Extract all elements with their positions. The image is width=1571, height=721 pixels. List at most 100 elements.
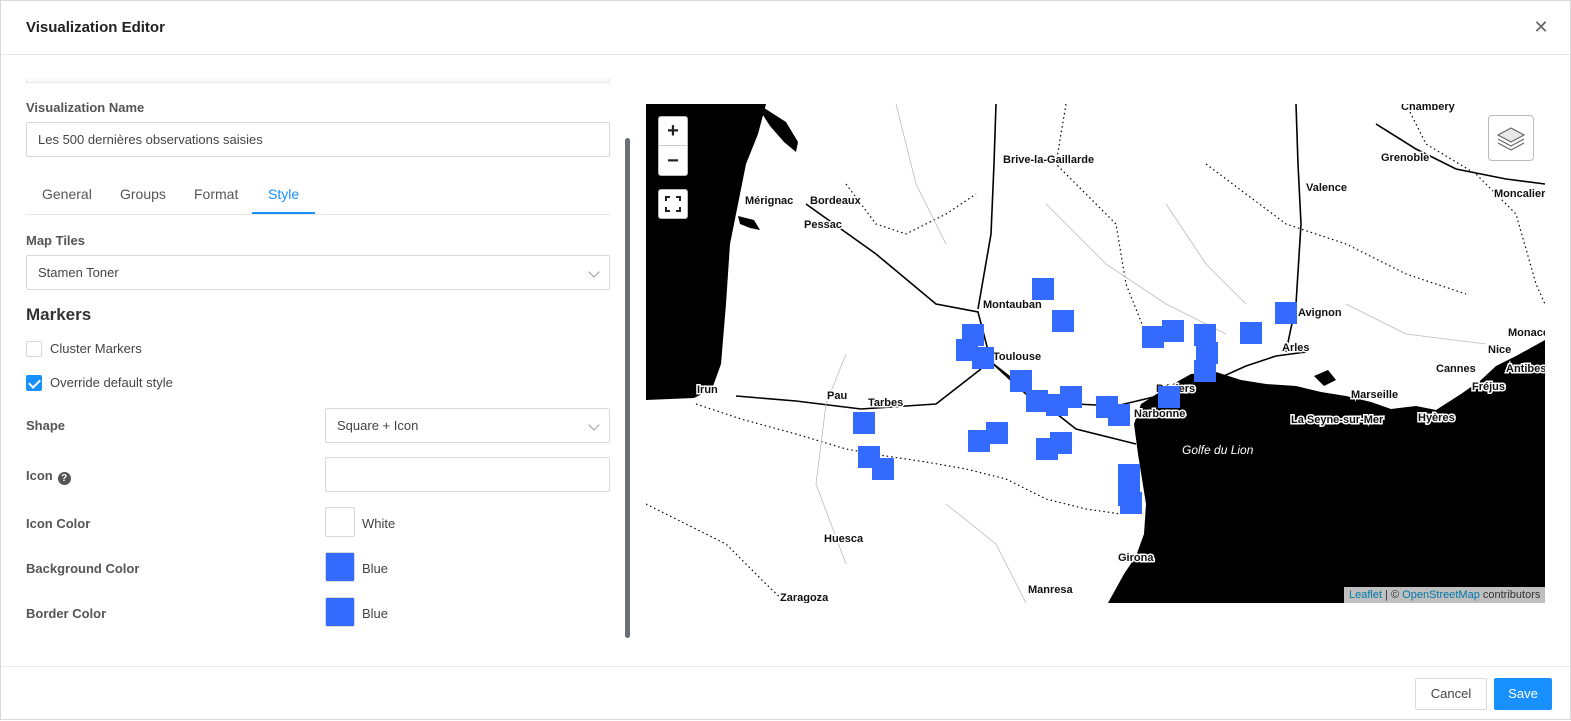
attribution-separator: | © <box>1382 589 1403 601</box>
chevron-down-icon <box>588 266 600 278</box>
tab-general[interactable]: General <box>26 174 108 214</box>
background-color-name: Blue <box>362 561 389 576</box>
svg-text:La Seyne-sur-Mer: La Seyne-sur-Mer <box>1291 414 1384 426</box>
marker <box>1162 320 1184 342</box>
marker <box>853 412 875 434</box>
map-tiles: Chambéry Brive-la-Gaillarde Grenoble Val… <box>646 104 1545 603</box>
chevron-down-icon <box>588 419 600 431</box>
form-scrollbar[interactable] <box>625 138 630 638</box>
modal-title: Visualization Editor <box>26 19 165 36</box>
marker <box>1010 370 1032 392</box>
svg-text:Grenoble: Grenoble <box>1381 152 1429 164</box>
sea-label: Golfe du Lion <box>1182 443 1254 457</box>
marker <box>1052 310 1074 332</box>
marker <box>1026 390 1048 412</box>
svg-text:Fréjus: Fréjus <box>1472 381 1505 393</box>
map-tiles-label: Map Tiles <box>26 233 86 248</box>
icon-color-name: White <box>362 516 396 531</box>
openstreetmap-link[interactable]: OpenStreetMap <box>1402 589 1480 601</box>
marker <box>872 458 894 480</box>
svg-text:Montauban: Montauban <box>983 299 1042 311</box>
visualization-name-input[interactable]: Les 500 dernières observations saisies <box>26 122 610 157</box>
svg-text:Toulouse: Toulouse <box>993 351 1041 363</box>
attribution-contributors: contributors <box>1479 589 1541 601</box>
fullscreen-icon <box>665 196 681 212</box>
marker <box>1194 360 1216 382</box>
marker <box>1050 432 1072 454</box>
arcachon-basin <box>738 216 760 230</box>
help-icon[interactable]: ? <box>57 472 71 485</box>
shape-select[interactable]: Square + Icon <box>325 408 610 443</box>
marker <box>1060 386 1082 408</box>
border-color-swatch[interactable] <box>325 597 355 627</box>
icon-color-swatch[interactable] <box>325 507 355 537</box>
svg-text:Huesca: Huesca <box>824 533 864 545</box>
marker <box>1240 322 1262 344</box>
tab-format[interactable]: Format <box>178 174 254 214</box>
icon-label-row: Icon? <box>26 468 71 485</box>
svg-text:Antibes: Antibes <box>1506 363 1545 375</box>
svg-text:Cannes: Cannes <box>1436 363 1476 375</box>
svg-text:Pessac: Pessac <box>804 219 842 231</box>
marker <box>1120 492 1142 514</box>
layers-button[interactable] <box>1488 115 1534 161</box>
icon-input[interactable] <box>325 457 610 492</box>
svg-text:Monaco: Monaco <box>1508 327 1545 339</box>
fullscreen-button[interactable] <box>658 189 688 219</box>
svg-text:Narbonne: Narbonne <box>1134 408 1185 420</box>
svg-text:Nice: Nice <box>1488 344 1511 356</box>
svg-text:Manresa: Manresa <box>1028 584 1074 596</box>
svg-text:Arles: Arles <box>1282 342 1310 354</box>
marker <box>1158 386 1180 408</box>
leaflet-link[interactable]: Leaflet <box>1349 589 1382 601</box>
svg-text:Moncalieri: Moncalieri <box>1494 188 1545 200</box>
previous-section-edge <box>26 78 610 83</box>
svg-text:Girona: Girona <box>1118 552 1154 564</box>
svg-text:Zaragoza: Zaragoza <box>780 592 829 603</box>
map-preview[interactable]: Chambéry Brive-la-Gaillarde Grenoble Val… <box>646 104 1545 603</box>
svg-text:Chambéry: Chambéry <box>1401 104 1456 113</box>
cluster-markers-label: Cluster Markers <box>50 341 142 356</box>
border-color-label: Border Color <box>26 606 107 621</box>
markers-section-title: Markers <box>26 305 92 324</box>
svg-text:Hyères: Hyères <box>1418 412 1455 424</box>
override-style-label: Override default style <box>50 375 173 390</box>
tab-style[interactable]: Style <box>252 174 316 214</box>
shape-value: Square + Icon <box>337 418 419 433</box>
svg-text:Tarbes: Tarbes <box>868 397 903 409</box>
background-color-swatch[interactable] <box>325 552 355 582</box>
gironde-estuary <box>758 104 798 152</box>
zoom-in-button[interactable]: + <box>659 117 687 146</box>
override-style-box[interactable] <box>26 375 42 391</box>
svg-text:Avignon: Avignon <box>1298 307 1342 319</box>
visualization-name-label: Visualization Name <box>26 100 145 115</box>
map-tiles-value: Stamen Toner <box>38 265 119 280</box>
svg-text:Irun: Irun <box>697 384 718 396</box>
save-button[interactable]: Save <box>1494 678 1552 710</box>
tab-groups[interactable]: Groups <box>104 174 182 214</box>
editor-tabs: General Groups Format Style <box>26 174 610 215</box>
marker <box>1032 278 1054 300</box>
svg-text:Mérignac: Mérignac <box>745 195 793 207</box>
zoom-control: + − <box>658 116 688 176</box>
svg-text:Brive-la-Gaillarde: Brive-la-Gaillarde <box>1003 154 1094 166</box>
close-icon[interactable]: ✕ <box>1531 17 1551 37</box>
zoom-out-button[interactable]: − <box>659 147 687 176</box>
svg-text:Pau: Pau <box>827 390 847 402</box>
svg-text:Bordeaux: Bordeaux <box>810 195 862 207</box>
marker <box>1118 464 1140 486</box>
editor-form: Visualization Name Les 500 dernières obs… <box>1 56 641 666</box>
map-tiles-select[interactable]: Stamen Toner <box>26 255 610 290</box>
cluster-markers-box[interactable] <box>26 341 42 357</box>
cancel-button[interactable]: Cancel <box>1415 678 1487 710</box>
background-color-label: Background Color <box>26 561 140 576</box>
layers-icon <box>1496 127 1526 151</box>
marker <box>1275 302 1297 324</box>
marker <box>1142 326 1164 348</box>
border-color-name: Blue <box>362 606 389 621</box>
marker <box>972 347 994 369</box>
shape-label: Shape <box>26 418 66 433</box>
icon-color-label: Icon Color <box>26 516 91 531</box>
modal-footer: Cancel Save <box>1 666 1570 721</box>
svg-text:Marseille: Marseille <box>1351 389 1398 401</box>
